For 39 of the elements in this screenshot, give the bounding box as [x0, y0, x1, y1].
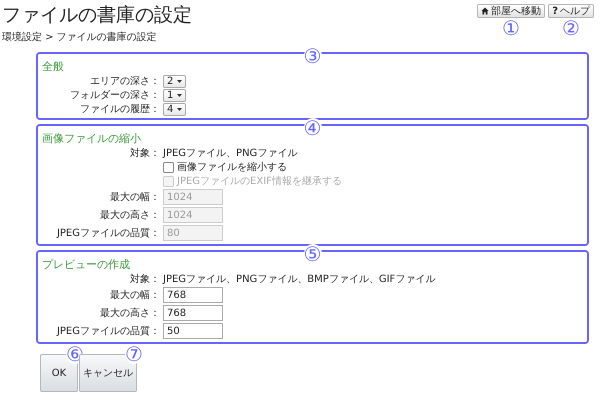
callout-number: ⑦	[125, 344, 143, 364]
field-label: 最大の幅：	[109, 288, 161, 302]
select-field[interactable]: 4	[163, 102, 186, 116]
field-label: フォルダーの深さ：	[69, 89, 161, 102]
select-field[interactable]: 2	[163, 74, 186, 88]
input-field[interactable]: 768	[163, 287, 223, 303]
input-field[interactable]: 50	[163, 323, 223, 339]
checkbox-label: 画像ファイルを縮小する	[177, 160, 287, 174]
field-label: JPEGファイルの品質：	[56, 226, 161, 240]
checkbox-label: JPEGファイルのEXIF情報を継承する	[177, 174, 342, 188]
field-label: JPEGファイルの品質：	[56, 324, 161, 338]
callout-number: ⑤	[304, 244, 322, 264]
field-label: エリアの深さ：	[89, 75, 161, 88]
home-icon	[481, 7, 490, 15]
callout-number: ①	[502, 18, 520, 38]
input-field[interactable]: 768	[163, 305, 223, 321]
target-types: JPEGファイル、PNGファイル、BMPファイル、GIFファイル	[163, 273, 436, 286]
caret-icon	[177, 108, 182, 110]
field-label: 最大の高さ：	[99, 208, 161, 222]
caret-icon	[177, 80, 182, 82]
section-title: 画像ファイルの縮小	[42, 132, 141, 145]
field-label: 対象：	[129, 146, 161, 160]
move-button[interactable]: 部屋へ移動	[477, 4, 546, 18]
field-label: 最大の高さ：	[99, 306, 161, 320]
breadcrumb: 環境設定 > ファイルの書庫の設定	[1, 30, 158, 44]
caret-icon	[177, 94, 182, 96]
callout-number: ④	[304, 118, 322, 138]
help-button[interactable]: ? ヘルプ	[548, 4, 594, 18]
field-label: 対象：	[129, 272, 161, 286]
field-label: ファイルの履歴：	[79, 103, 161, 116]
checkbox[interactable]	[163, 162, 174, 172]
callout-number: ②	[562, 18, 580, 38]
page-title: ファイルの書庫の設定	[2, 3, 192, 28]
section-title: 全般	[42, 60, 64, 73]
callout-number: ③	[304, 46, 322, 66]
select-field[interactable]: 1	[163, 88, 186, 102]
field-label: 最大の幅：	[109, 190, 161, 204]
section-title: プレビューの作成	[42, 258, 130, 271]
target-types: JPEGファイル、PNGファイル	[163, 147, 298, 160]
